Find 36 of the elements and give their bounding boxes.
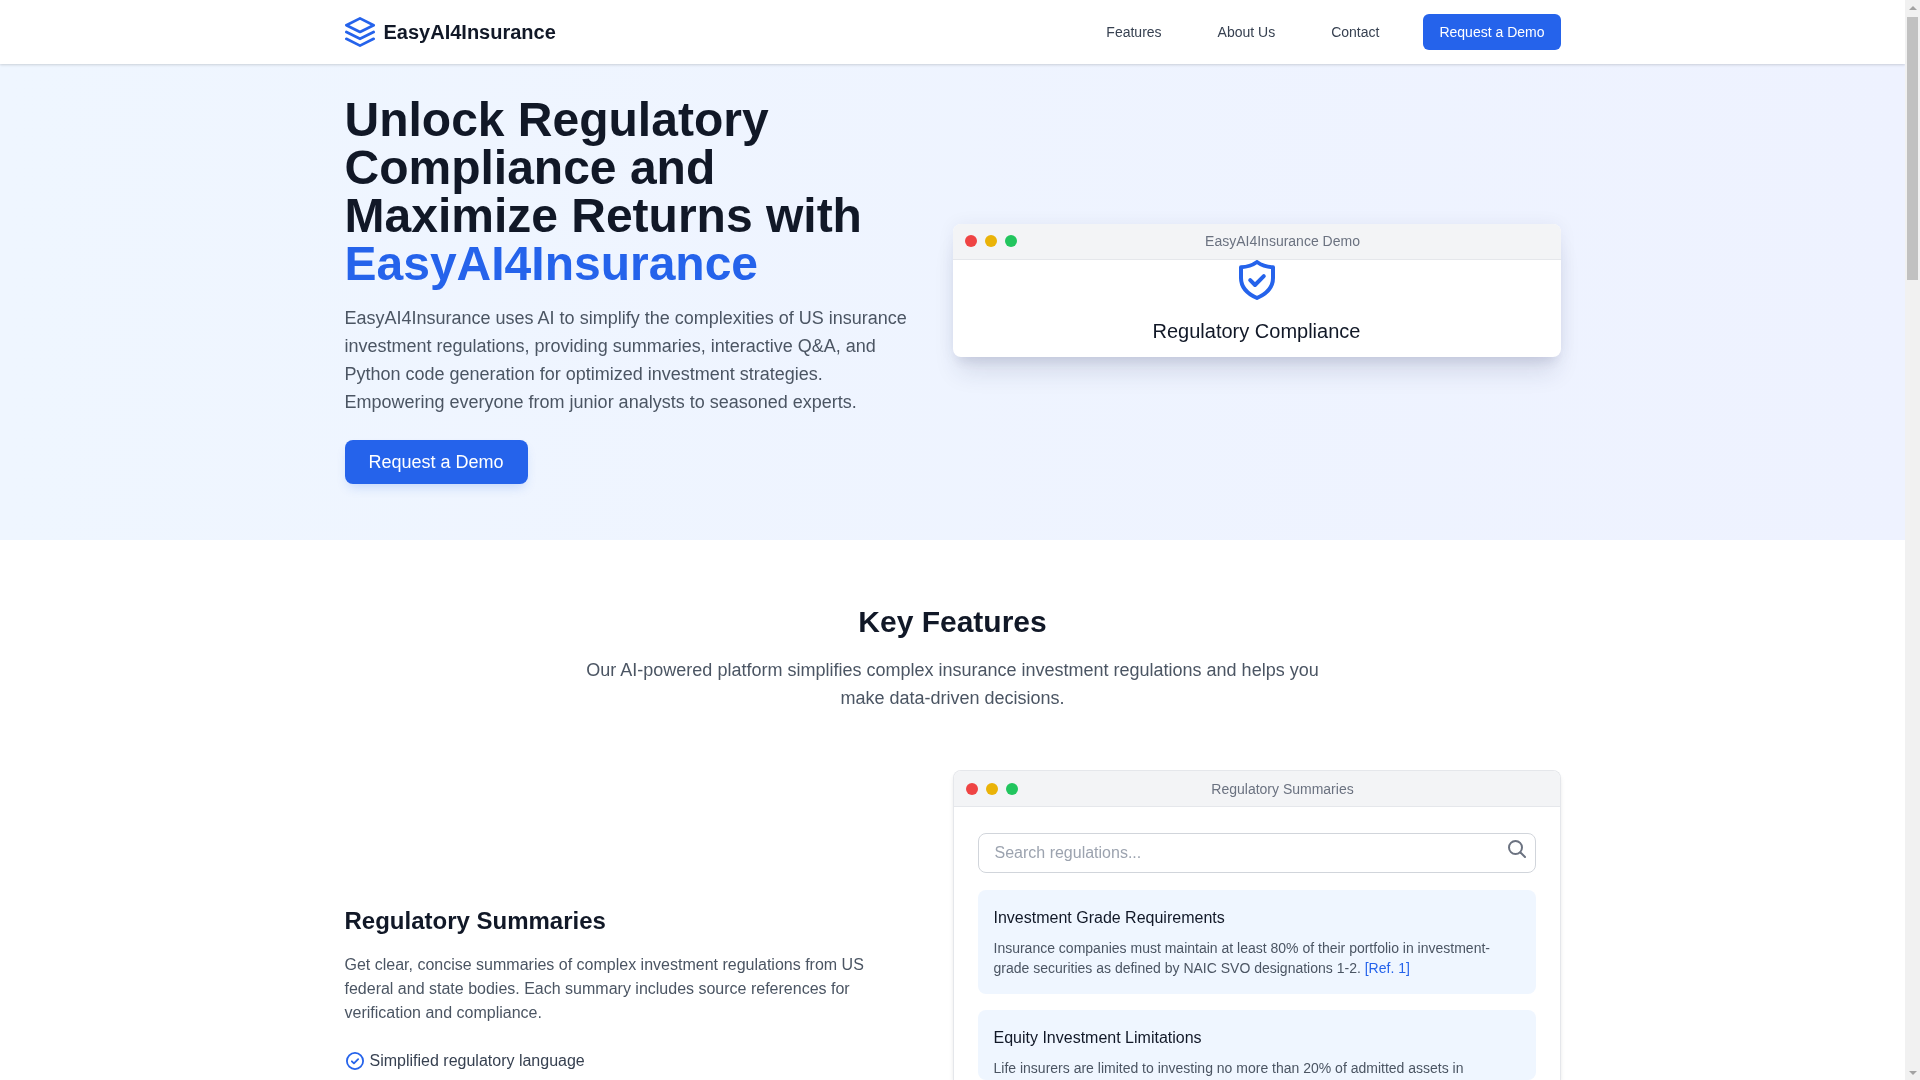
- hero-heading: Unlock Regulatory Compliance and Maximize Returns with EasyAI4Insurance: [344, 96, 863, 288]
- hero-description: EasyAI4Insurance uses AI to simplify the complexities of US insurance investment regulations, providing summaries, interactive Q&A, and Python code generation for optimized investment strategies. Empowering everyone from junior analysts to seasoned experts.: [344, 307, 908, 414]
- brand-name: EasyAI4Insurance: [383, 20, 556, 45]
- card-text: Insurance companies must maintain at least 80% of their portfolio in investment-grade securities as defined by NAIC SVO designations 1-2. [Ref. 1]: [993, 939, 1491, 978]
- layers-icon: [344, 17, 375, 47]
- nav-link[interactable]: Features: [1094, 14, 1174, 50]
- window-title: EasyAI4Insurance Demo: [1204, 232, 1361, 251]
- arrow-down-icon[interactable]: [1908, 1070, 1917, 1075]
- card-title: Equity Investment Limitations: [993, 1028, 1203, 1048]
- request-demo-button[interactable]: Request a Demo: [1423, 14, 1561, 50]
- search-icon[interactable]: [1507, 840, 1526, 858]
- demo-caption: Regulatory Compliance: [1152, 318, 1361, 344]
- window-dot-icon: [984, 235, 997, 247]
- scrollbar-thumb[interactable]: [1907, 17, 1918, 280]
- request-demo-button[interactable]: Request a Demo: [344, 440, 528, 484]
- feature-heading: Regulatory Summaries: [344, 906, 607, 936]
- window-dot-icon: [1005, 782, 1018, 795]
- section-heading: Key Features: [857, 604, 1048, 640]
- window-dot-icon: [965, 782, 978, 795]
- reference-link[interactable]: [Ref. 1]: [1364, 960, 1410, 976]
- check-circle-icon: [345, 1052, 364, 1070]
- arrow-up-icon[interactable]: [1908, 5, 1917, 10]
- search-field[interactable]: Search regulations...: [977, 833, 1536, 873]
- nav-link[interactable]: About Us: [1205, 14, 1288, 50]
- card-title: Investment Grade Requirements: [993, 908, 1226, 928]
- feature-description: Get clear, concise summaries of complex investment regulations from US federal and state bodies. Each summary includes source references for verification and compliance.: [344, 955, 865, 1023]
- window-dot-icon: [1004, 235, 1017, 247]
- shield-check-icon: [1238, 259, 1275, 300]
- window-title: Regulatory Summaries: [1210, 779, 1355, 799]
- section-subtitle: Our AI-powered platform simplifies complex insurance investment regulations and helps you make data-driven decisions.: [585, 659, 1320, 710]
- nav-link[interactable]: Contact: [1319, 14, 1392, 50]
- scrollbar[interactable]: [1905, 0, 1920, 1080]
- card-text: Life insurers are limited to investing no more than 20% of admitted assets in: [993, 1059, 1465, 1078]
- window-dot-icon: [985, 782, 998, 795]
- window-dot-icon: [964, 235, 977, 247]
- feature-point: Simplified regulatory language: [369, 1051, 585, 1071]
